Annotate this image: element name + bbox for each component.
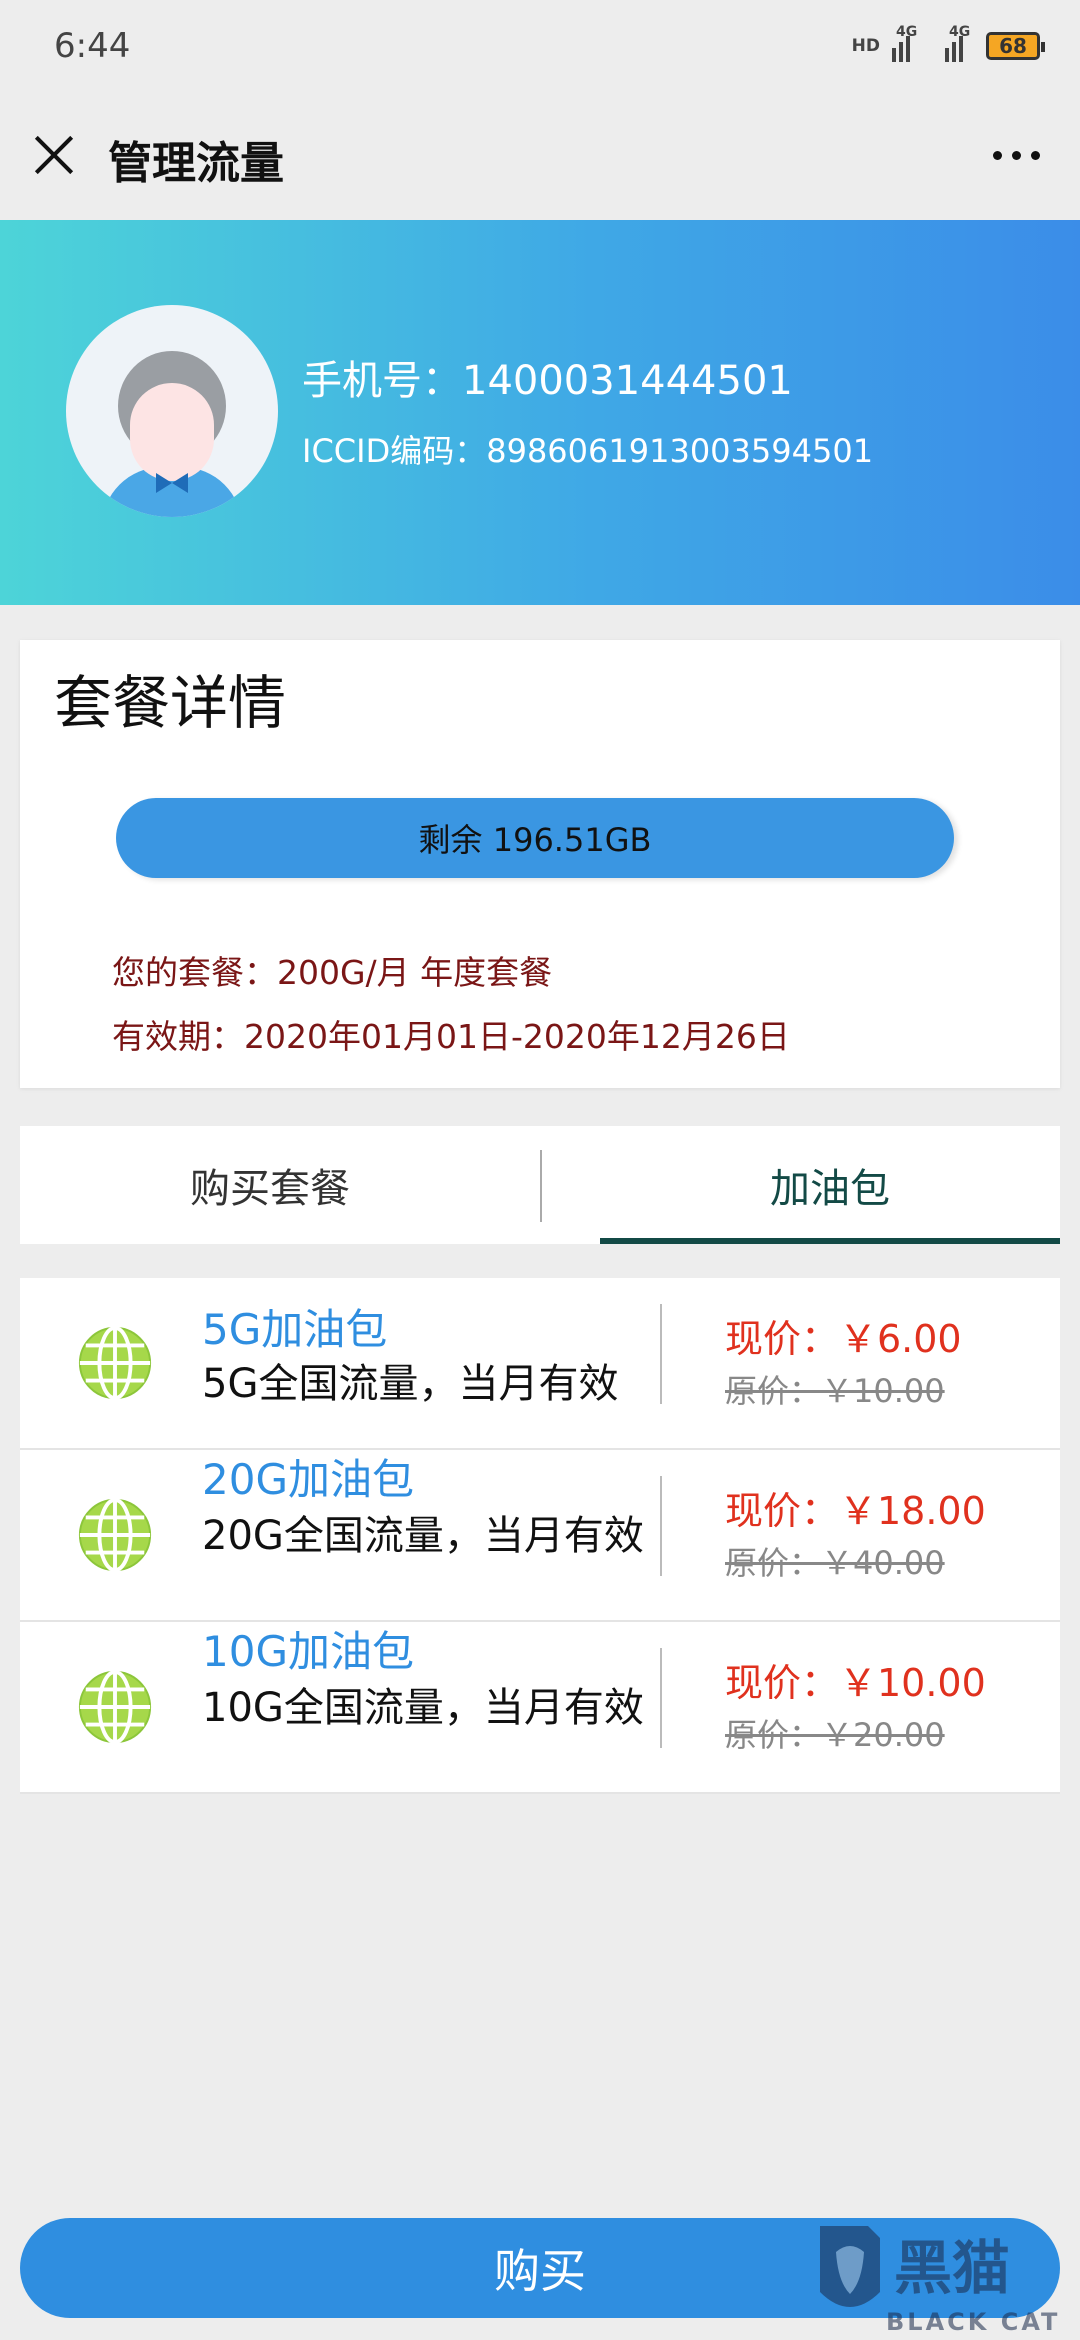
addon-description: 10G全国流量，当月有效	[202, 1685, 644, 1731]
tab-divider	[540, 1150, 542, 1222]
globe-icon	[78, 1497, 152, 1573]
status-bar: 6:44 HD 4G 4G 68	[0, 0, 1080, 95]
hd-indicator: HD	[851, 36, 880, 56]
iccid-value: 89860619130035945​01	[486, 432, 874, 470]
remaining-data-bar: 剩余 196.51GB	[116, 798, 954, 878]
package-card: 套餐详情 剩余 196.51GB 您的套餐：200G/月 年度套餐 有效期：20…	[20, 640, 1060, 1088]
active-tab-indicator	[600, 1238, 1060, 1244]
iccid-label: ICCID编码：	[302, 432, 487, 470]
addon-name: 20G加油包	[202, 1455, 414, 1504]
page-title: 管理流量	[108, 138, 284, 189]
iccid-code: ICCID编码：89860619130035945​01	[302, 426, 873, 472]
status-icons: HD 4G 4G 68	[851, 24, 1045, 66]
close-icon[interactable]	[32, 133, 76, 177]
addon-list: 5G加油包 5G全国流量，当月有效 现价：￥6.00 原价：￥10.00 20G…	[20, 1278, 1060, 1794]
tab-buy-package[interactable]: 购买套餐	[20, 1126, 520, 1244]
original-price: 原价：￥20.00	[725, 1716, 945, 1754]
phone-value: 1400031444501	[462, 358, 793, 404]
package-validity: 有效期：2020年01月01日-2020年12月26日	[112, 1017, 790, 1056]
list-item[interactable]: 10G加油包 10G全国流量，当月有效 现价：￥10.00 原价：￥20.00	[20, 1622, 1060, 1794]
title-bar: 管理流量	[0, 95, 1080, 220]
avatar	[66, 305, 278, 517]
list-item[interactable]: 5G加油包 5G全国流量，当月有效 现价：￥6.00 原价：￥10.00	[20, 1278, 1060, 1450]
package-plan: 您的套餐：200G/月 年度套餐	[112, 953, 553, 992]
current-price: 现价：￥18.00	[725, 1489, 986, 1533]
battery-icon: 68	[986, 32, 1045, 60]
battery-level: 68	[999, 34, 1027, 58]
current-price: 现价：￥10.00	[725, 1661, 986, 1705]
phone-number: 手机号：1400031444501	[302, 348, 793, 406]
status-time: 6:44	[54, 26, 131, 66]
divider	[660, 1476, 662, 1576]
globe-icon	[78, 1325, 152, 1401]
watermark-cn: 黑猫	[894, 2234, 1010, 2302]
phone-label: 手机号：	[302, 358, 462, 404]
original-price: 原价：￥10.00	[725, 1372, 945, 1410]
black-cat-logo: 黑猫 BLACK CAT	[820, 2226, 1060, 2336]
divider	[660, 1648, 662, 1748]
addon-name: 5G加油包	[202, 1305, 388, 1354]
package-title: 套餐详情	[54, 669, 287, 737]
globe-icon	[78, 1669, 152, 1745]
more-icon[interactable]	[993, 151, 1040, 160]
list-item[interactable]: 20G加油包 20G全国流量，当月有效 现价：￥18.00 原价：￥40.00	[20, 1450, 1060, 1622]
current-price: 现价：￥6.00	[725, 1317, 962, 1361]
divider	[660, 1304, 662, 1404]
tab-bar: 购买套餐 加油包	[20, 1126, 1060, 1244]
original-price: 原价：￥40.00	[725, 1544, 945, 1582]
addon-description: 5G全国流量，当月有效	[202, 1361, 619, 1407]
addon-description: 20G全国流量，当月有效	[202, 1513, 644, 1559]
addon-name: 10G加油包	[202, 1627, 414, 1676]
tab-addon-pack[interactable]: 加油包	[600, 1126, 1060, 1244]
signal-icon: 4G	[892, 24, 917, 62]
profile-banner: 手机号：1400031444501 ICCID编码：89860619130035…	[0, 220, 1080, 605]
watermark-en: BLACK CAT	[886, 2308, 1060, 2336]
signal-roaming-icon: 4G	[945, 24, 970, 62]
